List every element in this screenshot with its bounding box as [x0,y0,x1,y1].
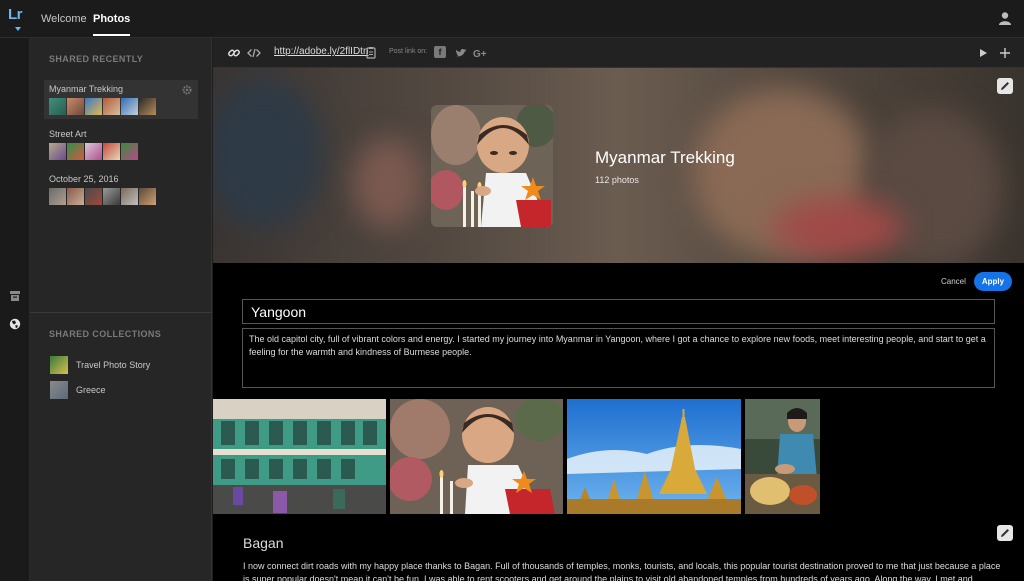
globe-icon[interactable] [9,318,21,330]
story-content: Cancel Apply Yangoon The old capitol cit… [213,263,1024,581]
cancel-button[interactable]: Cancel [941,277,966,286]
background-blur [353,138,423,228]
gallery-photo[interactable] [390,399,563,514]
sidebar: SHARED RECENTLY Myanmar Trekking Street … [30,38,212,581]
share-link-bar: http://adobe.ly/2flIDtn Post link on: f … [213,38,1024,68]
play-icon[interactable] [976,46,990,60]
pencil-icon [1001,82,1009,90]
svg-text:G+: G+ [473,49,487,60]
chevron-down-icon [15,27,21,31]
album-october-25-2016[interactable]: October 25, 2016 [44,170,198,209]
top-bar: Lr Welcome Photos [0,0,1024,38]
album-thumbnail [85,188,102,205]
collection-label: Greece [76,385,106,395]
building-photo [213,399,386,514]
album-myanmar-trekking[interactable]: Myanmar Trekking [44,80,198,119]
left-rail [0,38,30,581]
twitter-icon[interactable] [454,46,468,60]
tab-photos[interactable]: Photos [93,13,131,36]
child-candles-photo [390,399,563,514]
pencil-icon [1001,529,1009,537]
add-icon[interactable] [998,46,1012,60]
album-name: Street Art [49,129,87,139]
album-thumbnail [67,143,84,160]
collection-thumbnail [50,356,68,374]
album-thumbnail [49,143,66,160]
section-text-input[interactable]: The old capitol city, full of vibrant co… [242,328,995,388]
album-thumbnail [67,98,84,115]
sidebar-divider [30,312,212,313]
album-hero-banner: Myanmar Trekking 112 photos [213,68,1024,263]
album-thumbnail [49,98,66,115]
album-cover-photo[interactable] [431,105,553,227]
section-body: I now connect dirt roads with my happy p… [243,561,1001,581]
background-blur [213,78,323,228]
collection-label: Travel Photo Story [76,360,151,370]
apply-button[interactable]: Apply [974,272,1012,291]
pagoda-photo [567,399,741,514]
shared-collections-heading: SHARED COLLECTIONS [49,329,162,339]
gallery-photo[interactable] [213,399,386,514]
album-thumbnail [121,188,138,205]
post-link-label: Post link on: [389,48,428,55]
collection-greece[interactable]: Greece [50,381,106,399]
album-thumbnail [85,98,102,115]
album-street-art[interactable]: Street Art [44,125,198,164]
album-thumbnail [121,143,138,160]
street-food-photo [745,399,820,514]
album-name: Myanmar Trekking [49,84,124,94]
copy-icon[interactable] [364,46,378,60]
tab-welcome[interactable]: Welcome [41,13,87,25]
album-thumbnail [103,143,120,160]
album-thumbnail [139,188,156,205]
album-thumbnail [49,188,66,205]
archive-icon[interactable] [9,290,21,302]
gallery-photo[interactable] [567,399,741,514]
album-title: Myanmar Trekking [595,148,735,167]
album-thumbnails [49,143,193,160]
collection-thumbnail [50,381,68,399]
user-icon[interactable] [998,11,1012,25]
album-thumbnail [103,98,120,115]
section-title: Bagan [243,535,284,551]
embed-code-icon[interactable] [247,46,261,60]
edit-cover-button[interactable] [997,78,1013,94]
album-thumbnail [85,143,102,160]
background-blur [773,198,903,258]
lightroom-logo[interactable]: Lr [8,6,28,32]
shared-recently-heading: SHARED RECENTLY [49,54,144,64]
album-thumbnail [121,98,138,115]
album-thumbnails [49,188,193,205]
album-name: October 25, 2016 [49,174,119,184]
photo-count: 112 photos [595,175,639,185]
link-icon[interactable] [227,46,241,60]
share-url[interactable]: http://adobe.ly/2flIDtn [274,46,369,57]
section-title-input[interactable]: Yangoon [242,299,995,324]
gear-icon[interactable] [182,85,192,95]
cover-photo-image [431,105,553,227]
album-thumbnail [139,98,156,115]
album-thumbnails [49,98,193,115]
gallery-photo[interactable] [745,399,820,514]
google-plus-icon[interactable]: G+ [473,46,487,60]
edit-section-button[interactable] [997,525,1013,541]
collection-travel-photo-story[interactable]: Travel Photo Story [50,356,150,374]
logo-text: Lr [8,6,23,23]
album-thumbnail [103,188,120,205]
facebook-icon[interactable]: f [434,46,446,58]
album-thumbnail [67,188,84,205]
